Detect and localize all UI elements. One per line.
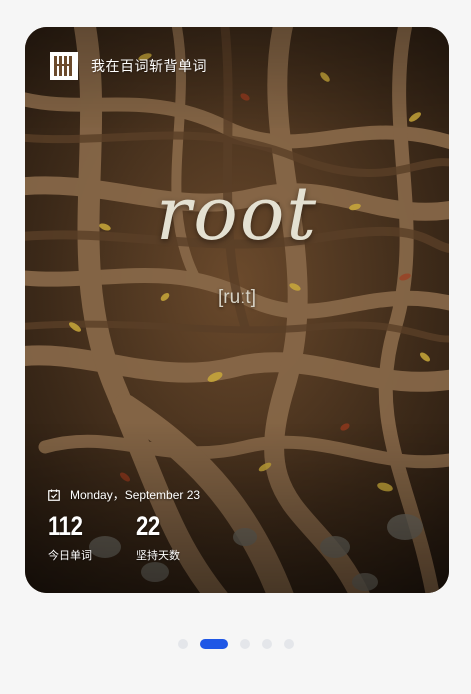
stat-streak-days-label: 坚持天数 — [136, 549, 180, 562]
stat-today-words: 112 今日单词 — [48, 513, 92, 563]
date-row: Monday，September 23 — [48, 486, 200, 503]
page-indicator — [0, 639, 471, 649]
word-text: root — [155, 171, 319, 257]
date-text: Monday，September 23 — [70, 488, 201, 502]
phonetic-text: [ruːt] — [217, 287, 256, 308]
stat-today-words-value: 112 — [48, 511, 83, 541]
page-dot-active[interactable] — [199, 639, 228, 649]
page-dot[interactable] — [239, 639, 250, 649]
calendar-check-icon — [48, 489, 60, 501]
page-dot[interactable] — [261, 639, 272, 649]
brand-text: 我在百词斩背单词 — [91, 59, 207, 75]
gradient-overlay — [25, 27, 449, 593]
page-dot[interactable] — [177, 639, 188, 649]
page-dot[interactable] — [283, 639, 294, 649]
stat-streak-days-value: 22 — [136, 511, 160, 541]
stat-streak-days: 22 坚持天数 — [136, 513, 180, 563]
stat-today-words-label: 今日单词 — [48, 549, 92, 562]
word-card[interactable]: 我在百词斩背单词 root [ruːt] Monday，September 23… — [25, 27, 449, 593]
brand-header: 我在百词斩背单词 — [50, 52, 207, 80]
baicizhan-logo-icon — [50, 52, 78, 80]
